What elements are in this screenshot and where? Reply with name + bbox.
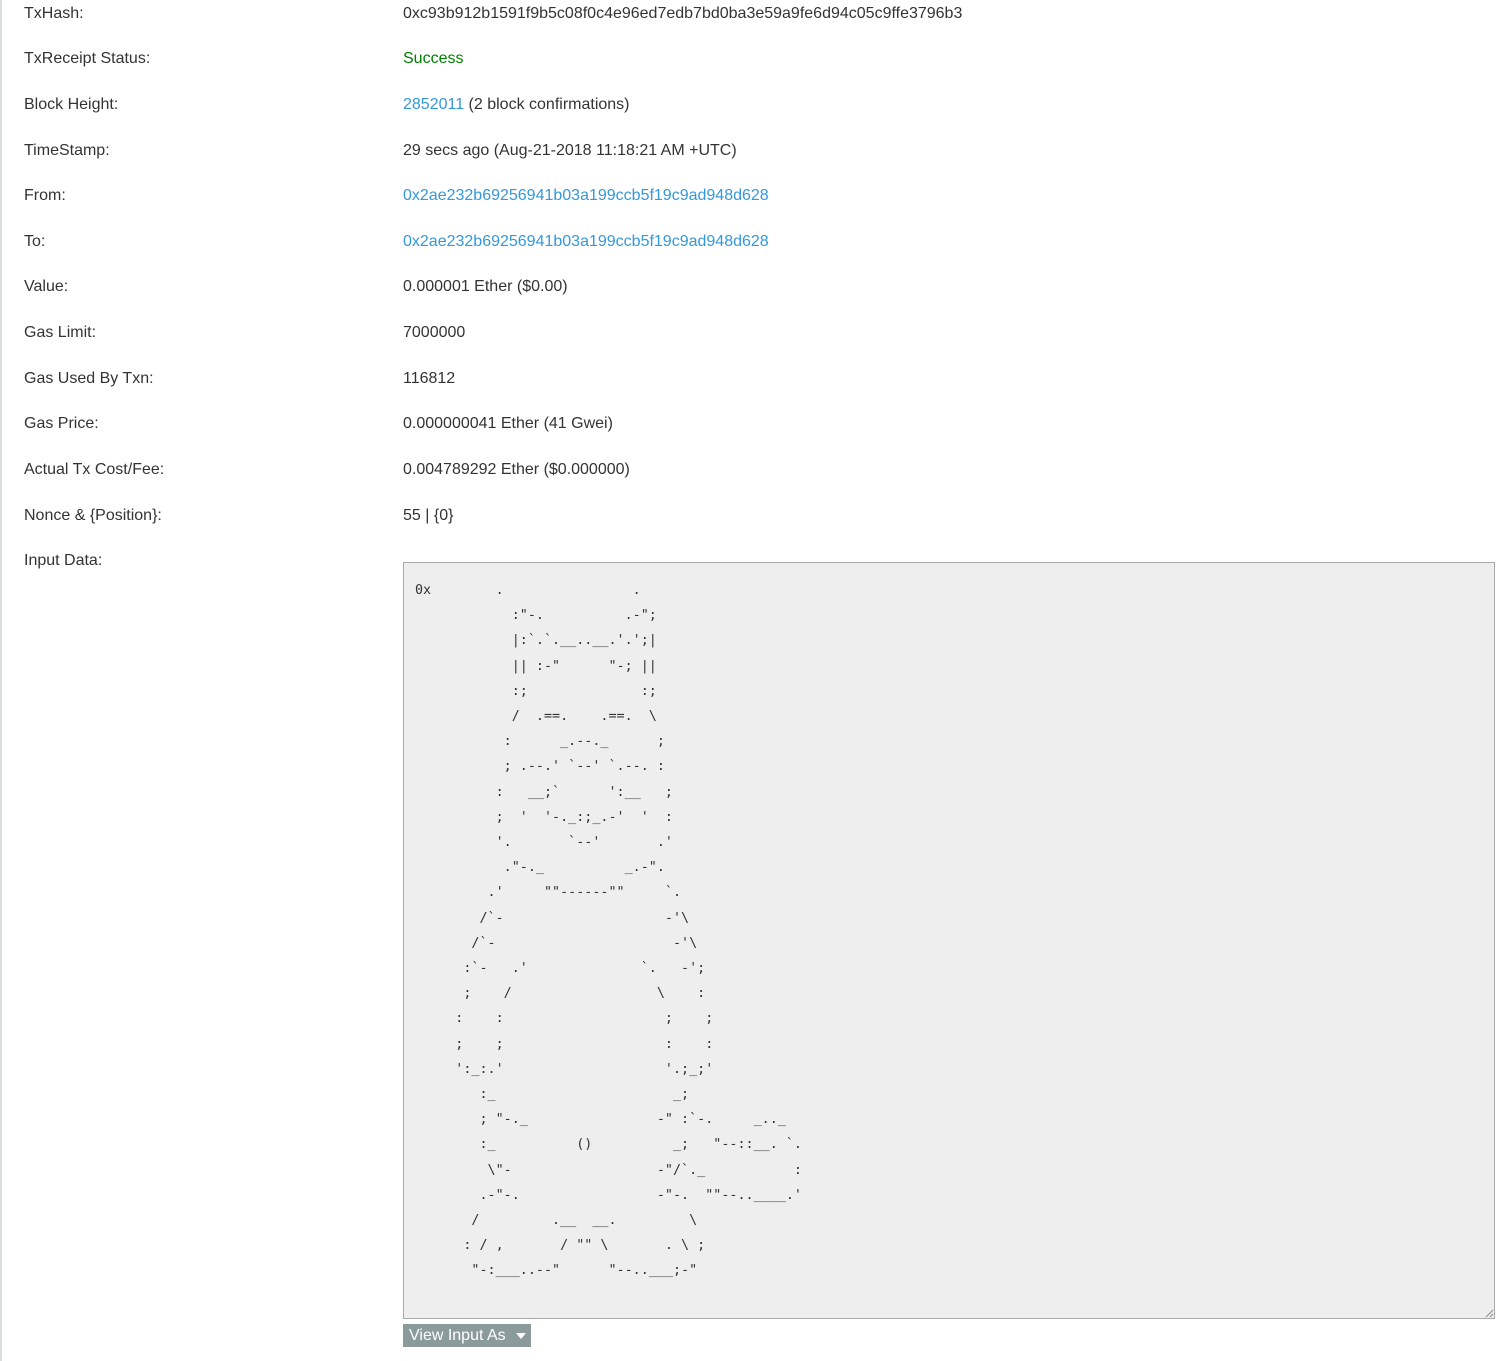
row-tx-fee: Actual Tx Cost/Fee: 0.004789292 Ether ($… [0,458,1512,482]
txhash-label: TxHash: [24,5,84,22]
gas-price-label: Gas Price: [24,415,99,432]
view-input-as-button[interactable]: View Input As [403,1324,531,1347]
input-data-textarea[interactable]: 0x . . :"-. .-"; |:`.`.__..__.'.';| || :… [403,562,1495,1319]
gas-price-value: 0.000000041 Ether (41 Gwei) [403,415,613,432]
receipt-status-value: Success [403,50,464,67]
to-address-link[interactable]: 0x2ae232b69256941b03a199ccb5f19c9ad948d6… [403,230,769,254]
row-gas-price: Gas Price: 0.000000041 Ether (41 Gwei) [0,412,1512,436]
timestamp-value: 29 secs ago (Aug-21-2018 11:18:21 AM +UT… [403,142,737,159]
row-nonce: Nonce & {Position}: 55 | {0} [0,504,1512,528]
row-to: To: 0x2ae232b69256941b03a199ccb5f19c9ad9… [0,230,1512,254]
gas-used-label: Gas Used By Txn: [24,370,154,387]
gas-limit-label: Gas Limit: [24,324,97,341]
tx-fee-label: Actual Tx Cost/Fee: [24,461,165,478]
from-address-link[interactable]: 0x2ae232b69256941b03a199ccb5f19c9ad948d6… [403,184,769,208]
nonce-value: 55 | {0} [403,507,454,524]
row-timestamp: TimeStamp: 29 secs ago (Aug-21-2018 11:1… [0,139,1512,163]
timestamp-label: TimeStamp: [24,142,110,159]
row-from: From: 0x2ae232b69256941b03a199ccb5f19c9a… [0,184,1512,208]
block-height-link[interactable]: 2852011 [403,96,464,113]
gas-limit-value: 7000000 [403,324,466,341]
nonce-label: Nonce & {Position}: [24,507,162,524]
tx-fee-value: 0.004789292 Ether ($0.000000) [403,461,630,478]
block-height-label: Block Height: [24,96,119,113]
block-height-value: 2852011 (2 block confirmations) [403,93,630,117]
value-amount: 0.000001 Ether ($0.00) [403,278,568,295]
value-label: Value: [24,278,69,295]
block-confirmations: (2 block confirmations) [464,96,630,113]
resize-handle-icon[interactable] [1484,1308,1494,1318]
row-gas-used: Gas Used By Txn: 116812 [0,367,1512,391]
view-input-as-label: View Input As [409,1327,506,1344]
from-label: From: [24,187,66,204]
row-block-height: Block Height: 2852011 (2 block confirmat… [0,93,1512,117]
row-value: Value: 0.000001 Ether ($0.00) [0,275,1512,299]
row-receipt-status: TxReceipt Status: Success [0,47,1512,71]
input-data-label: Input Data: [24,552,103,569]
to-label: To: [24,233,46,250]
receipt-status-label: TxReceipt Status: [24,50,151,67]
gas-used-value: 116812 [403,370,456,387]
txhash-value: 0xc93b912b1591f9b5c08f0c4e96ed7edb7bd0ba… [403,5,963,22]
caret-down-icon [516,1333,526,1339]
row-txhash: TxHash: 0xc93b912b1591f9b5c08f0c4e96ed7e… [0,2,1512,26]
row-gas-limit: Gas Limit: 7000000 [0,321,1512,345]
